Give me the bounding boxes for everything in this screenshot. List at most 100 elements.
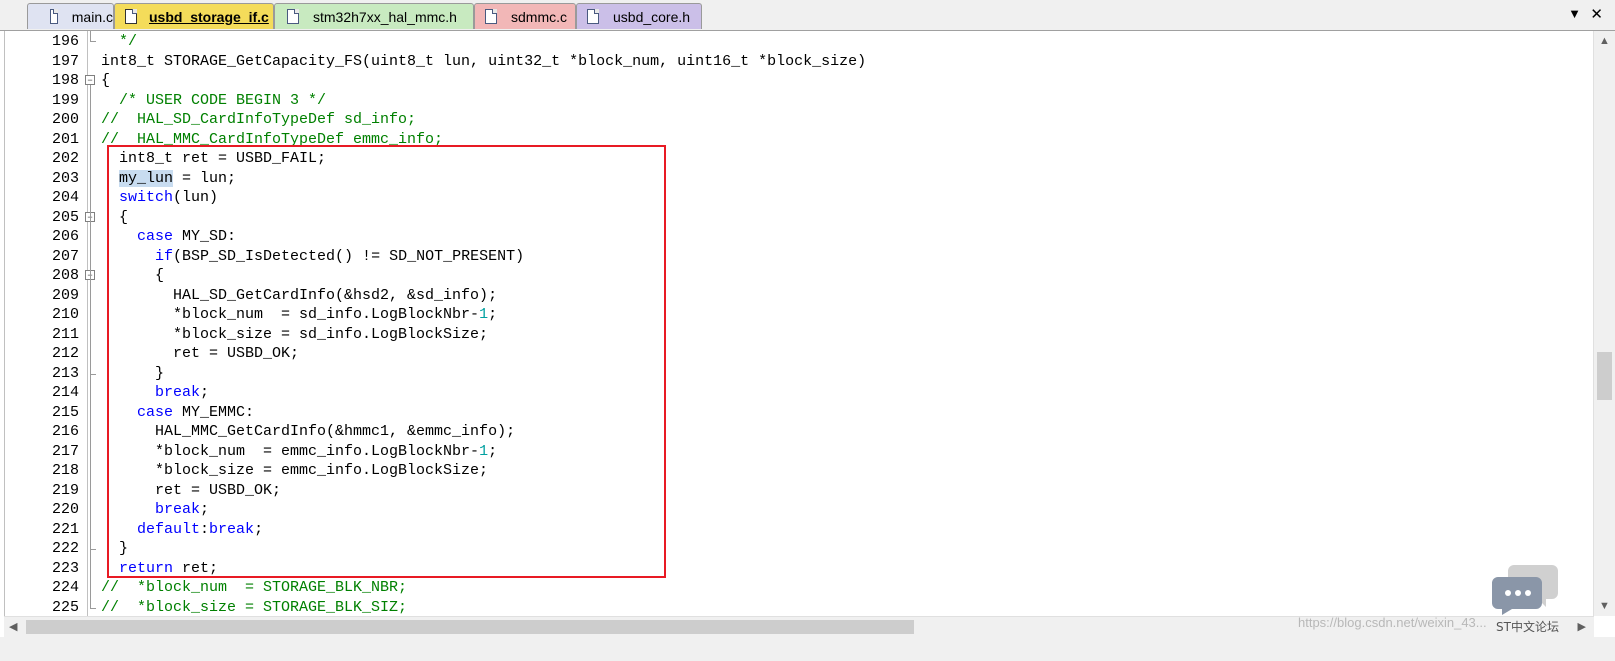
line-number: 216	[51, 423, 79, 440]
code-line[interactable]: 217 *block_num = emmc_info.LogBlockNbr-1…	[5, 442, 1525, 462]
line-number: 221	[51, 520, 79, 538]
code-line[interactable]: 225 // *block_size = STORAGE_BLK_SIZ;	[5, 598, 1525, 618]
code-text[interactable]: ret = USBD_OK;	[101, 344, 299, 364]
code-line[interactable]: 218 *block_size = emmc_info.LogBlockSize…	[5, 461, 1525, 481]
line-number: 217	[51, 442, 79, 460]
code-line[interactable]: 212 ret = USBD_OK;	[5, 344, 1525, 364]
fold-end-marker	[90, 549, 96, 550]
tab-main-c[interactable]: main.c	[27, 3, 114, 29]
code-line[interactable]: 222 }	[5, 539, 1525, 559]
line-number: 207	[51, 247, 79, 265]
line-number: 203	[51, 169, 79, 187]
code-line[interactable]: 203 my_lun = lun;	[5, 169, 1525, 189]
code-line[interactable]: 198 {	[5, 71, 1525, 91]
fold-guide	[90, 31, 91, 41]
code-text[interactable]: return ret;	[101, 559, 218, 579]
code-line[interactable]: 207 if(BSP_SD_IsDetected() != SD_NOT_PRE…	[5, 247, 1525, 267]
code-line[interactable]: 202 int8_t ret = USBD_FAIL;	[5, 149, 1525, 169]
code-text[interactable]: }	[101, 364, 164, 384]
tab-usbd-storage-if-c[interactable]: usbd_storage_if.c	[114, 3, 274, 29]
code-text[interactable]: {	[101, 71, 110, 91]
code-text[interactable]: int8_t ret = USBD_FAIL;	[101, 149, 326, 169]
line-number: 196	[51, 33, 79, 50]
code-text[interactable]: // *block_num = STORAGE_BLK_NBR;	[101, 578, 407, 598]
code-line[interactable]: 215 case MY_EMMC:	[5, 403, 1525, 423]
tab-sdmmc-c[interactable]: sdmmc.c	[474, 3, 576, 29]
code-line[interactable]: 208 {	[5, 266, 1525, 286]
code-text[interactable]: case MY_SD:	[101, 227, 236, 247]
fold-end-marker	[90, 607, 96, 609]
horizontal-scroll-thumb[interactable]	[26, 620, 914, 634]
tab-list-dropdown-icon[interactable]: ▼	[1568, 6, 1581, 21]
line-number: 209	[51, 286, 79, 304]
code-text[interactable]: {	[101, 208, 128, 228]
vertical-scroll-thumb[interactable]	[1597, 352, 1612, 400]
code-editor[interactable]: 196 */197 int8_t STORAGE_GetCapacity_FS(u…	[4, 31, 1595, 616]
code-line[interactable]: 209 HAL_SD_GetCardInfo(&hsd2, &sd_info);	[5, 286, 1525, 306]
fold-toggle-icon[interactable]: −	[85, 75, 95, 85]
code-text[interactable]: HAL_SD_GetCardInfo(&hsd2, &sd_info);	[101, 286, 497, 306]
code-text[interactable]: }	[101, 539, 128, 559]
forum-chat-logo-icon	[1492, 565, 1558, 615]
scroll-left-icon[interactable]: ◀	[9, 620, 17, 633]
code-text[interactable]: *block_size = emmc_info.LogBlockSize;	[101, 461, 488, 481]
code-line[interactable]: 214 break;	[5, 383, 1525, 403]
editor-tab-bar: main.c usbd_storage_if.c stm32h7xx_hal_m…	[0, 0, 1615, 31]
code-line[interactable]: 197 int8_t STORAGE_GetCapacity_FS(uint8_t…	[5, 52, 1525, 72]
code-line[interactable]: 199 /* USER CODE BEGIN 3 */	[5, 91, 1525, 111]
code-line[interactable]: 211 *block_size = sd_info.LogBlockSize;	[5, 325, 1525, 345]
close-tab-icon[interactable]: ✕	[1590, 5, 1603, 23]
code-line[interactable]: 224 // *block_num = STORAGE_BLK_NBR;	[5, 578, 1525, 598]
code-text[interactable]: *block_num = sd_info.LogBlockNbr-1;	[101, 305, 497, 325]
code-line[interactable]: 213 }	[5, 364, 1525, 384]
code-text[interactable]: break;	[101, 383, 209, 403]
code-text[interactable]: break;	[101, 500, 209, 520]
code-line[interactable]: 216 HAL_MMC_GetCardInfo(&hmmc1, &emmc_in…	[5, 422, 1525, 442]
code-text[interactable]: {	[101, 266, 164, 286]
code-line[interactable]: 196 */	[5, 32, 1525, 52]
line-number: 202	[51, 150, 79, 167]
code-line[interactable]: 205 {	[5, 208, 1525, 228]
status-strip	[0, 637, 1615, 661]
scroll-up-icon[interactable]: ▲	[1599, 35, 1610, 47]
code-line[interactable]: 221 default:break;	[5, 520, 1525, 540]
code-text[interactable]: *block_size = sd_info.LogBlockSize;	[101, 325, 488, 345]
scroll-right-icon[interactable]: ▶	[1578, 620, 1586, 633]
line-number: 215	[51, 403, 79, 421]
code-text[interactable]: ret = USBD_OK;	[101, 481, 281, 501]
code-line[interactable]: 220 break;	[5, 500, 1525, 520]
code-line[interactable]: 210 *block_num = sd_info.LogBlockNbr-1;	[5, 305, 1525, 325]
code-line[interactable]: 204 switch(lun)	[5, 188, 1525, 208]
code-text[interactable]: int8_t STORAGE_GetCapacity_FS(uint8_t lu…	[101, 52, 866, 72]
line-number: 197	[51, 52, 79, 70]
line-number: 220	[51, 501, 79, 518]
code-line[interactable]: 223 return ret;	[5, 559, 1525, 579]
line-number: 218	[51, 462, 79, 479]
code-text[interactable]: // *block_size = STORAGE_BLK_SIZ;	[101, 598, 407, 618]
code-line[interactable]: 219 ret = USBD_OK;	[5, 481, 1525, 501]
code-line[interactable]: 200 // HAL_SD_CardInfoTypeDef sd_info;	[5, 110, 1525, 130]
line-number: 199	[51, 91, 79, 109]
vertical-scrollbar[interactable]: ▲ ▼	[1593, 31, 1615, 616]
code-text[interactable]: // HAL_MMC_CardInfoTypeDef emmc_info;	[101, 130, 443, 150]
code-text[interactable]: case MY_EMMC:	[101, 403, 254, 423]
line-number: 205	[51, 208, 79, 226]
line-number: 201	[51, 130, 79, 148]
tab-usbd-core-h[interactable]: usbd_core.h	[576, 3, 702, 29]
code-line[interactable]: 206 case MY_SD:	[5, 227, 1525, 247]
line-number: 219	[51, 481, 79, 499]
code-text[interactable]: switch(lun)	[101, 188, 218, 208]
code-text[interactable]: // HAL_SD_CardInfoTypeDef sd_info;	[101, 110, 416, 130]
tab-label: sdmmc.c	[511, 8, 567, 25]
code-line[interactable]: 201 // HAL_MMC_CardInfoTypeDef emmc_info;	[5, 130, 1525, 150]
code-text[interactable]: if(BSP_SD_IsDetected() != SD_NOT_PRESENT…	[101, 247, 524, 267]
code-text[interactable]: HAL_MMC_GetCardInfo(&hmmc1, &emmc_info);	[101, 422, 515, 442]
scroll-down-icon[interactable]: ▼	[1599, 600, 1610, 612]
code-text[interactable]: my_lun = lun;	[101, 169, 236, 189]
fold-end-marker	[90, 41, 96, 42]
code-text[interactable]: *block_num = emmc_info.LogBlockNbr-1;	[101, 442, 497, 462]
code-text[interactable]: default:break;	[101, 520, 263, 540]
code-text[interactable]: */	[101, 32, 137, 52]
code-text[interactable]: /* USER CODE BEGIN 3 */	[101, 91, 326, 111]
tab-stm32h7xx-hal-mmc-h[interactable]: stm32h7xx_hal_mmc.h	[274, 3, 474, 29]
